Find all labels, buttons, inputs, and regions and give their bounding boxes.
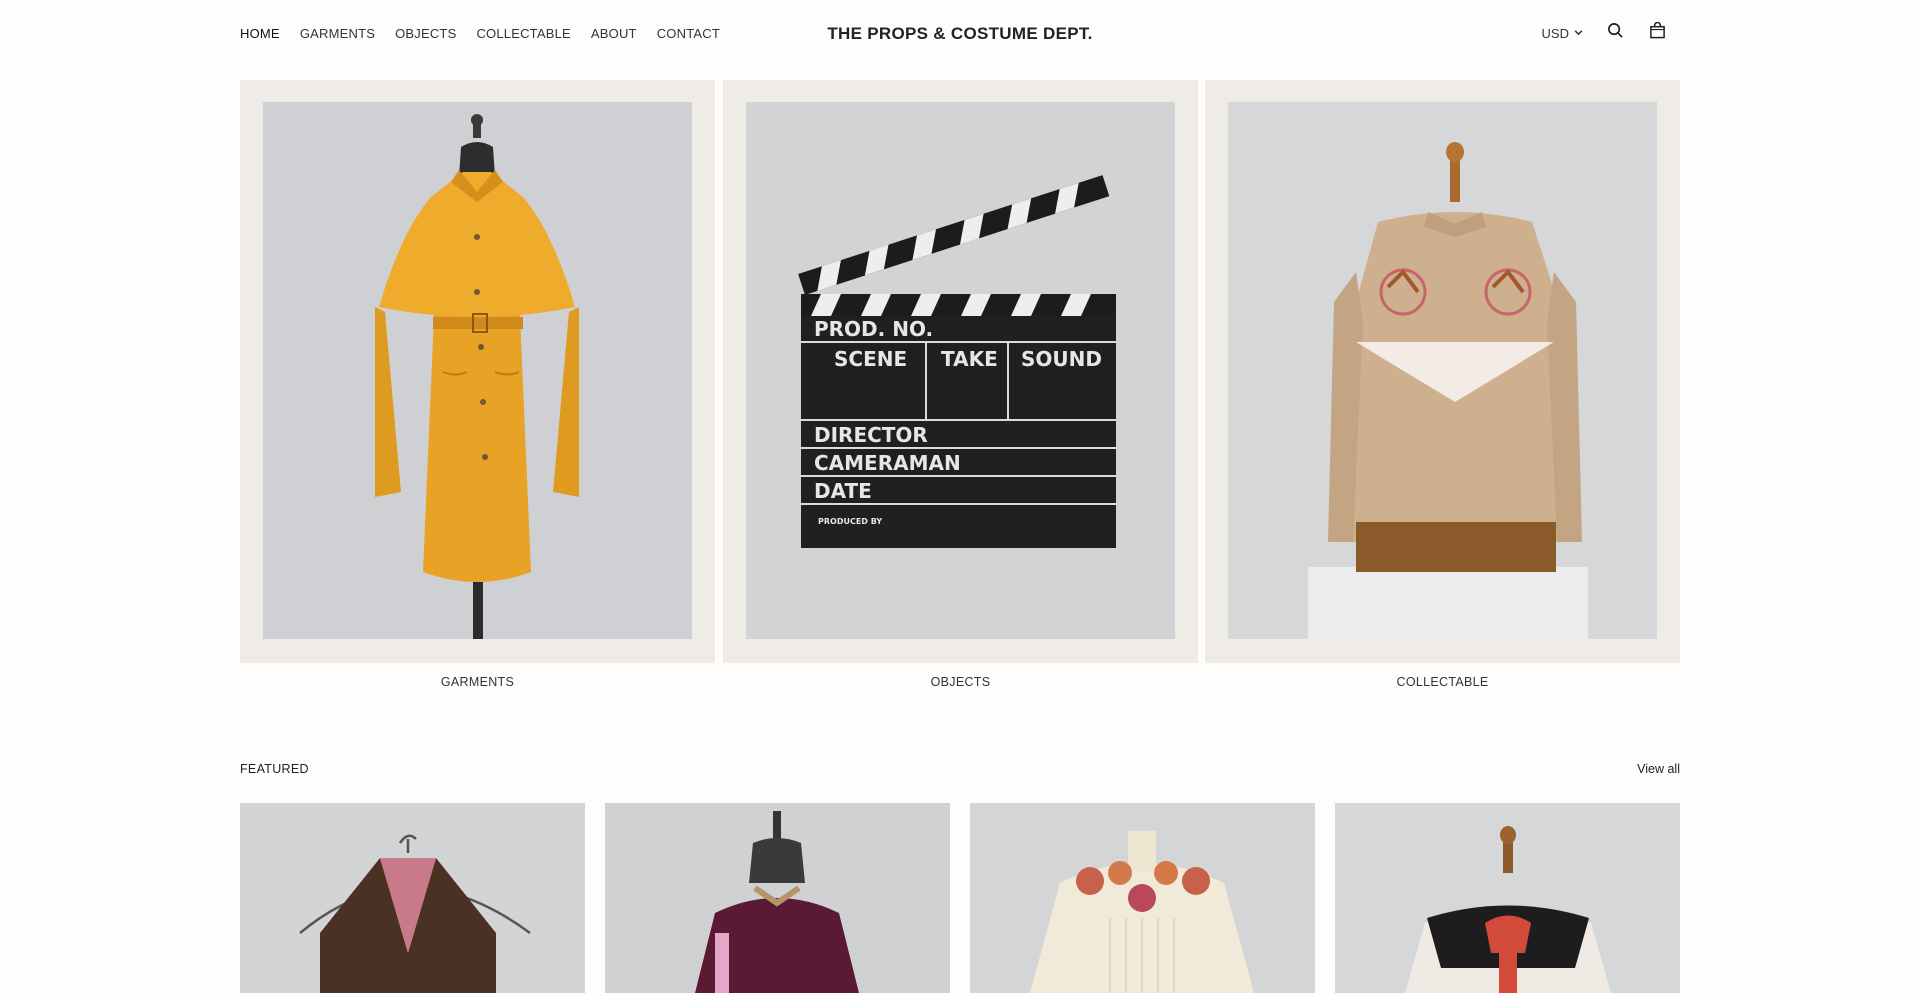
search-icon [1607, 22, 1624, 44]
category-label-garments: GARMENTS [440, 675, 515, 689]
category-tile-garments[interactable]: GARMENTS [240, 80, 715, 689]
category-label-objects: OBJECTS [930, 675, 991, 689]
view-all-link[interactable]: View all [1637, 762, 1680, 776]
featured-product-card[interactable] [1335, 803, 1680, 993]
cart-button[interactable] [1646, 21, 1668, 44]
brand-logo-text[interactable]: THE PROPS & COSTUME DEPT. [827, 24, 1092, 43]
category-image-garments [263, 102, 692, 639]
category-image-frame [240, 80, 715, 663]
nav-contact[interactable]: CONTACT [657, 26, 720, 41]
chevron-down-icon [1573, 26, 1584, 41]
nav-about[interactable]: ABOUT [591, 26, 637, 41]
site-header: HOME GARMENTS OBJECTS COLLECTABLE ABOUT … [0, 0, 1920, 68]
featured-product-card[interactable] [970, 803, 1315, 993]
category-label-collectable: COLLECTABLE [1396, 675, 1489, 689]
header-actions: USD [1542, 21, 1668, 44]
clapper-scene: SCENE [834, 347, 907, 371]
category-image-objects: PROD. NO. SCENE TAKE SOUND DIRECTOR CAME… [746, 102, 1175, 639]
clapper-sound: SOUND [1021, 347, 1102, 371]
category-image-collectable [1228, 102, 1657, 639]
clapper-prod-no: PROD. NO. [814, 317, 933, 341]
featured-image-western-shirt [1335, 803, 1680, 993]
currency-selector[interactable]: USD [1542, 26, 1584, 41]
clapper-cameraman: CAMERAMAN [814, 451, 961, 475]
nav-objects[interactable]: OBJECTS [395, 26, 456, 41]
clapper-take: TAKE [941, 347, 998, 371]
main-nav: HOME GARMENTS OBJECTS COLLECTABLE ABOUT … [240, 26, 720, 41]
nav-collectable[interactable]: COLLECTABLE [476, 26, 570, 41]
bag-icon [1649, 21, 1666, 44]
featured-heading: FEATURED [240, 762, 309, 776]
clapper-produced-by: PRODUCED BY [818, 517, 882, 526]
featured-image-embroidered-blouse [970, 803, 1315, 993]
nav-garments[interactable]: GARMENTS [300, 26, 375, 41]
category-tile-collectable[interactable]: COLLECTABLE [1205, 80, 1680, 689]
category-image-frame: PROD. NO. SCENE TAKE SOUND DIRECTOR CAME… [723, 80, 1198, 663]
clapper-date: DATE [814, 479, 872, 503]
search-button[interactable] [1604, 22, 1626, 44]
featured-image-corduroy-vest [240, 803, 585, 993]
featured-product-card[interactable] [240, 803, 585, 993]
currency-label: USD [1541, 25, 1569, 41]
category-image-frame [1205, 80, 1680, 663]
clapper-director: DIRECTOR [814, 423, 928, 447]
nav-home[interactable]: HOME [240, 26, 280, 41]
featured-image-velvet-jacket [605, 803, 950, 993]
featured-product-card[interactable] [605, 803, 950, 993]
category-tile-objects[interactable]: PROD. NO. SCENE TAKE SOUND DIRECTOR CAME… [723, 80, 1198, 689]
